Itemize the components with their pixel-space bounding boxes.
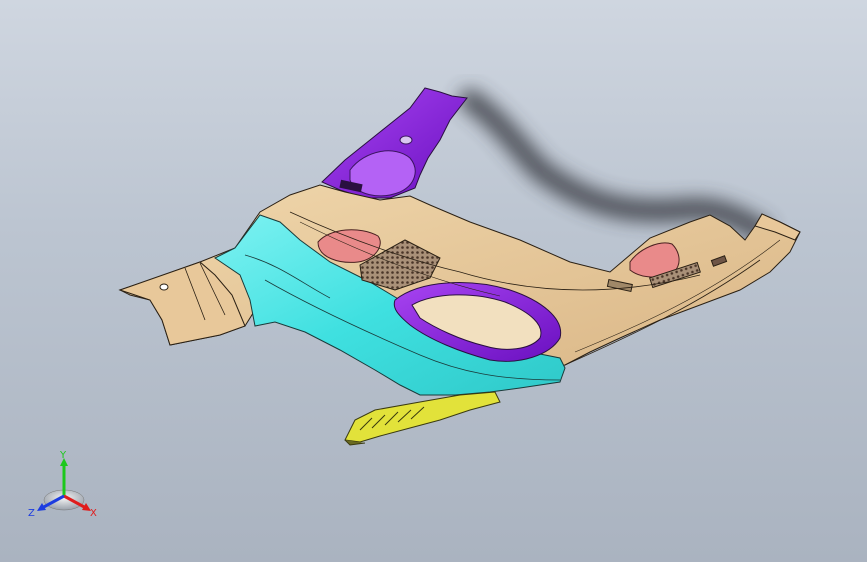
y-axis-label: Y [59,450,67,461]
z-axis-label: Z [28,508,35,519]
3d-model[interactable] [0,0,867,562]
model-shadow [459,89,771,241]
purple-bracket-hole [399,135,413,145]
yellow-front-strip[interactable] [344,391,501,443]
left-bracket-hole [159,283,169,291]
axis-triad: Y X Z [28,450,97,519]
x-axis-label: X [90,508,97,519]
graphics-viewport[interactable]: Y X Z [0,0,867,562]
